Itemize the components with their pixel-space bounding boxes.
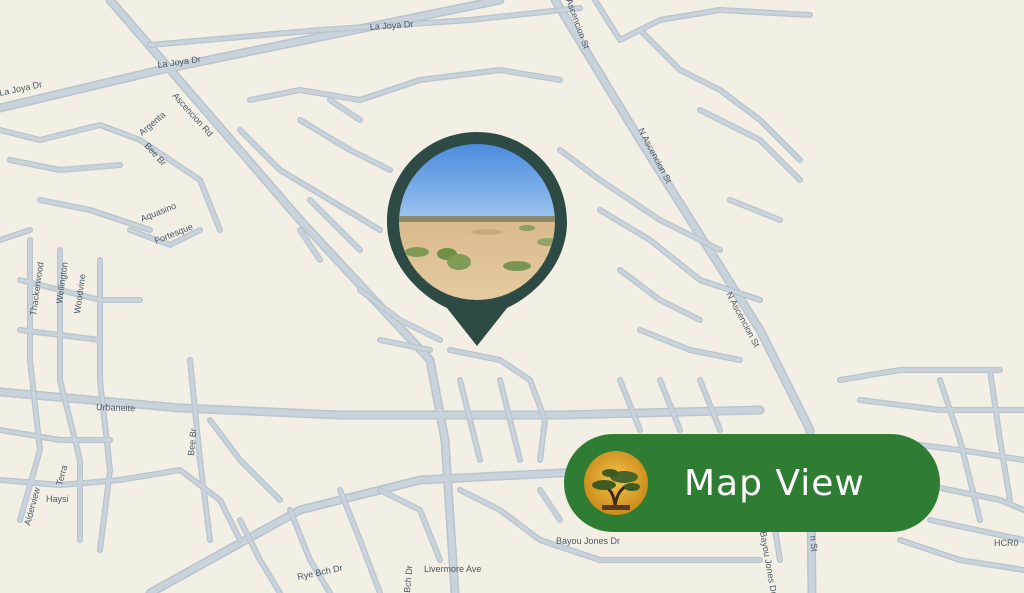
street-label: N Ascencion St — [636, 126, 674, 185]
street-label: Livermore Ave — [424, 564, 481, 574]
map-view-label: Map View — [684, 462, 865, 504]
street-label: Argenta — [137, 110, 168, 138]
street-label: Haysi — [46, 494, 69, 504]
street-label: n St — [808, 535, 820, 552]
street-label: Wellington — [54, 261, 70, 304]
street-label: Aquasino — [139, 201, 178, 224]
street-label: La Joya Dr — [369, 19, 413, 32]
street-label: HCR0 — [994, 538, 1019, 548]
street-label: Bayou Jones Dr — [556, 536, 620, 546]
map-view-button[interactable]: Map View — [564, 434, 940, 532]
map-canvas[interactable]: La Joya Dr La Joya Dr La Joya Dr Ascenci… — [0, 0, 1024, 593]
location-pin-icon[interactable] — [387, 132, 567, 348]
street-label: Bch Dr — [402, 565, 414, 593]
street-label: Urbaneite — [96, 402, 135, 413]
bonsai-tree-logo — [584, 451, 648, 515]
